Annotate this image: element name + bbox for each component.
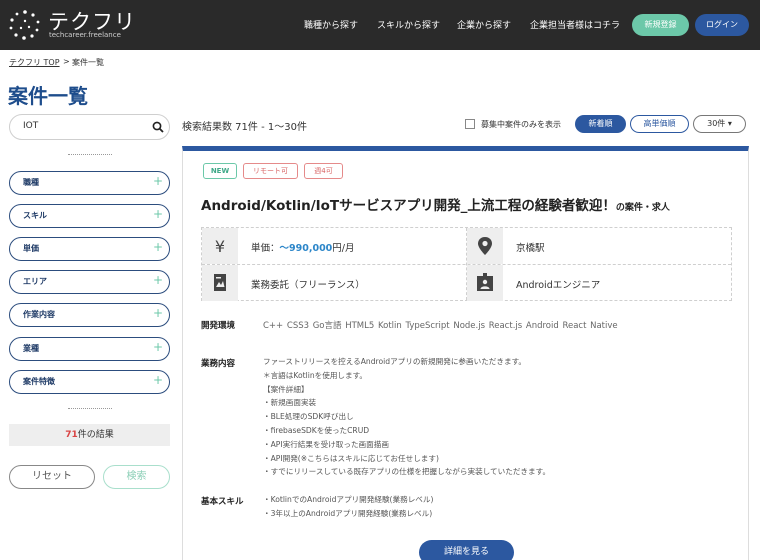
price-unit: 円/月 bbox=[332, 243, 355, 254]
job-title-suffix: の案件・求人 bbox=[615, 203, 670, 213]
logo-mark-icon[interactable] bbox=[8, 9, 42, 41]
filter-price[interactable]: 単価 + bbox=[9, 237, 170, 261]
page-title: 案件一覧 bbox=[8, 84, 88, 108]
nav-for-companies[interactable]: 企業担当者様はコチラ bbox=[530, 18, 620, 31]
search-button[interactable]: 検索 bbox=[103, 465, 170, 489]
filter-work-content[interactable]: 作業内容 + bbox=[9, 303, 170, 327]
yen-icon: ¥ bbox=[215, 237, 225, 256]
search-icon[interactable] bbox=[152, 121, 164, 133]
search-input-value[interactable]: IOT bbox=[23, 121, 38, 131]
filter-label: 案件特徴 bbox=[23, 377, 55, 386]
plus-icon: + bbox=[153, 240, 164, 254]
divider-dotted bbox=[68, 408, 112, 409]
skill-line: ・KotlinでのAndroidアプリ開発経験(業務レベル) bbox=[263, 495, 434, 504]
work-line: ・BLE処理のSDK呼び出し bbox=[263, 412, 354, 422]
contract-document-icon bbox=[214, 274, 226, 291]
login-button[interactable]: ログイン bbox=[695, 14, 749, 36]
env-skills: C++ CSS3 Go言語 HTML5 Kotlin TypeScript No… bbox=[263, 321, 618, 331]
job-title-text[interactable]: Android/Kotlin/IoTサービスアプリ開発_上流工程の経験者歓迎！ bbox=[201, 198, 616, 214]
filter-label: 単価 bbox=[23, 244, 39, 253]
work-label: 業務内容 bbox=[201, 359, 236, 369]
breadcrumb-home[interactable]: テクフリ TOP bbox=[9, 57, 60, 68]
work-line: ・API開発(※こちらはスキルに応じてお任せします) bbox=[263, 453, 439, 463]
logo-subtitle: techcareer.freelance bbox=[49, 31, 121, 39]
site-header: テクフリ techcareer.freelance 職種から探す スキルから探す… bbox=[0, 0, 760, 50]
filter-label: スキル bbox=[23, 211, 47, 220]
filter-occupation[interactable]: 職種 + bbox=[9, 171, 170, 195]
price-value: ～990,000 bbox=[279, 243, 333, 254]
skill-description: ・KotlinでのAndroidアプリ開発経験(業務レベル) ・3年以上のAnd… bbox=[263, 493, 433, 521]
work-line: 【案件詳細】 bbox=[263, 384, 309, 394]
work-line: ＊言語はKotlinを使用します。 bbox=[263, 370, 368, 380]
plus-icon: + bbox=[153, 273, 164, 287]
plus-icon: + bbox=[153, 207, 164, 221]
job-card: NEW リモート可 週4可 Android/Kotlin/IoTサービスアプリ開… bbox=[182, 146, 749, 560]
plus-icon: + bbox=[153, 306, 164, 320]
filter-label: エリア bbox=[23, 277, 47, 286]
location-pin-icon bbox=[478, 237, 492, 255]
skill-line: ・3年以上のAndroidアプリ開発経験(業務レベル) bbox=[263, 508, 433, 518]
result-count-suffix: 件の結果 bbox=[77, 430, 114, 440]
filter-industry[interactable]: 業種 + bbox=[9, 337, 170, 361]
work-description: ファーストリリースを控えるAndroidアプリの新規開発に参画いただきます。 ＊… bbox=[263, 355, 550, 479]
filter-skill[interactable]: スキル + bbox=[9, 204, 170, 228]
per-page-select[interactable]: 30件 ▾ bbox=[693, 115, 746, 133]
plus-icon: + bbox=[153, 373, 164, 387]
work-line: ・API実行結果を受け取った画面描画 bbox=[263, 439, 389, 449]
skill-label: 基本スキル bbox=[201, 497, 244, 507]
work-line: ・firebaseSDKを使ったCRUD bbox=[263, 425, 370, 435]
search-input[interactable]: IOT bbox=[9, 114, 170, 140]
job-info-grid: ¥ 単価：～990,000円/月 京橋駅 業務委託（フリーランス） Androi… bbox=[201, 227, 732, 301]
nav-company[interactable]: 企業から探す bbox=[457, 18, 511, 31]
role-icon-cell bbox=[467, 265, 503, 301]
nav-skill[interactable]: スキルから探す bbox=[377, 18, 440, 31]
work-line: ・すでにリリースしている既存アプリの仕様を把握しながら実装していただきます。 bbox=[263, 467, 551, 477]
result-count-number: 71 bbox=[65, 430, 78, 440]
tag-new: NEW bbox=[203, 163, 237, 179]
env-label: 開発環境 bbox=[201, 321, 236, 331]
filter-label: 職種 bbox=[23, 178, 39, 187]
yen-icon-cell: ¥ bbox=[202, 228, 238, 264]
svg-text:¥: ¥ bbox=[215, 237, 225, 256]
sort-price-button[interactable]: 高単価順 bbox=[630, 115, 689, 133]
recruiting-only-checkbox[interactable] bbox=[465, 119, 475, 129]
location-info: 京橋駅 bbox=[516, 243, 545, 254]
breadcrumb-separator: > bbox=[63, 57, 70, 66]
contract-info: 業務委託（フリーランス） bbox=[251, 280, 365, 291]
filter-label: 作業内容 bbox=[23, 310, 55, 319]
price-info: 単価：～990,000円/月 bbox=[251, 240, 355, 254]
job-title[interactable]: Android/Kotlin/IoTサービスアプリ開発_上流工程の経験者歓迎！の… bbox=[201, 194, 670, 214]
filter-area[interactable]: エリア + bbox=[9, 270, 170, 294]
result-count-box: 71件の結果 bbox=[9, 424, 170, 446]
price-label: 単価： bbox=[251, 243, 280, 254]
recruiting-only-label[interactable]: 募集中案件のみを表示 bbox=[481, 119, 561, 130]
filter-features[interactable]: 案件特徴 + bbox=[9, 370, 170, 394]
register-button[interactable]: 新規登録 bbox=[632, 14, 689, 36]
plus-icon: + bbox=[153, 340, 164, 354]
filter-label: 業種 bbox=[23, 344, 39, 353]
tag-days: 週4可 bbox=[304, 163, 343, 179]
work-line: ・新規画面実装 bbox=[263, 398, 317, 408]
contract-icon-cell bbox=[202, 265, 238, 301]
id-badge-icon bbox=[477, 273, 493, 291]
search-result-count: 検索結果数 71件 - 1～30件 bbox=[182, 122, 307, 133]
breadcrumb-current: 案件一覧 bbox=[72, 58, 104, 67]
nav-occupation[interactable]: 職種から探す bbox=[304, 18, 358, 31]
work-line: ファーストリリースを控えるAndroidアプリの新規開発に参画いただきます。 bbox=[263, 357, 527, 366]
role-info: Androidエンジニア bbox=[516, 280, 601, 291]
sort-newest-button[interactable]: 新着順 bbox=[575, 115, 626, 133]
plus-icon: + bbox=[153, 174, 164, 188]
location-icon-cell bbox=[467, 228, 503, 264]
detail-button[interactable]: 詳細を見る bbox=[419, 540, 514, 560]
tag-remote: リモート可 bbox=[243, 163, 298, 179]
divider-dotted bbox=[68, 154, 112, 155]
reset-button[interactable]: リセット bbox=[9, 465, 95, 489]
